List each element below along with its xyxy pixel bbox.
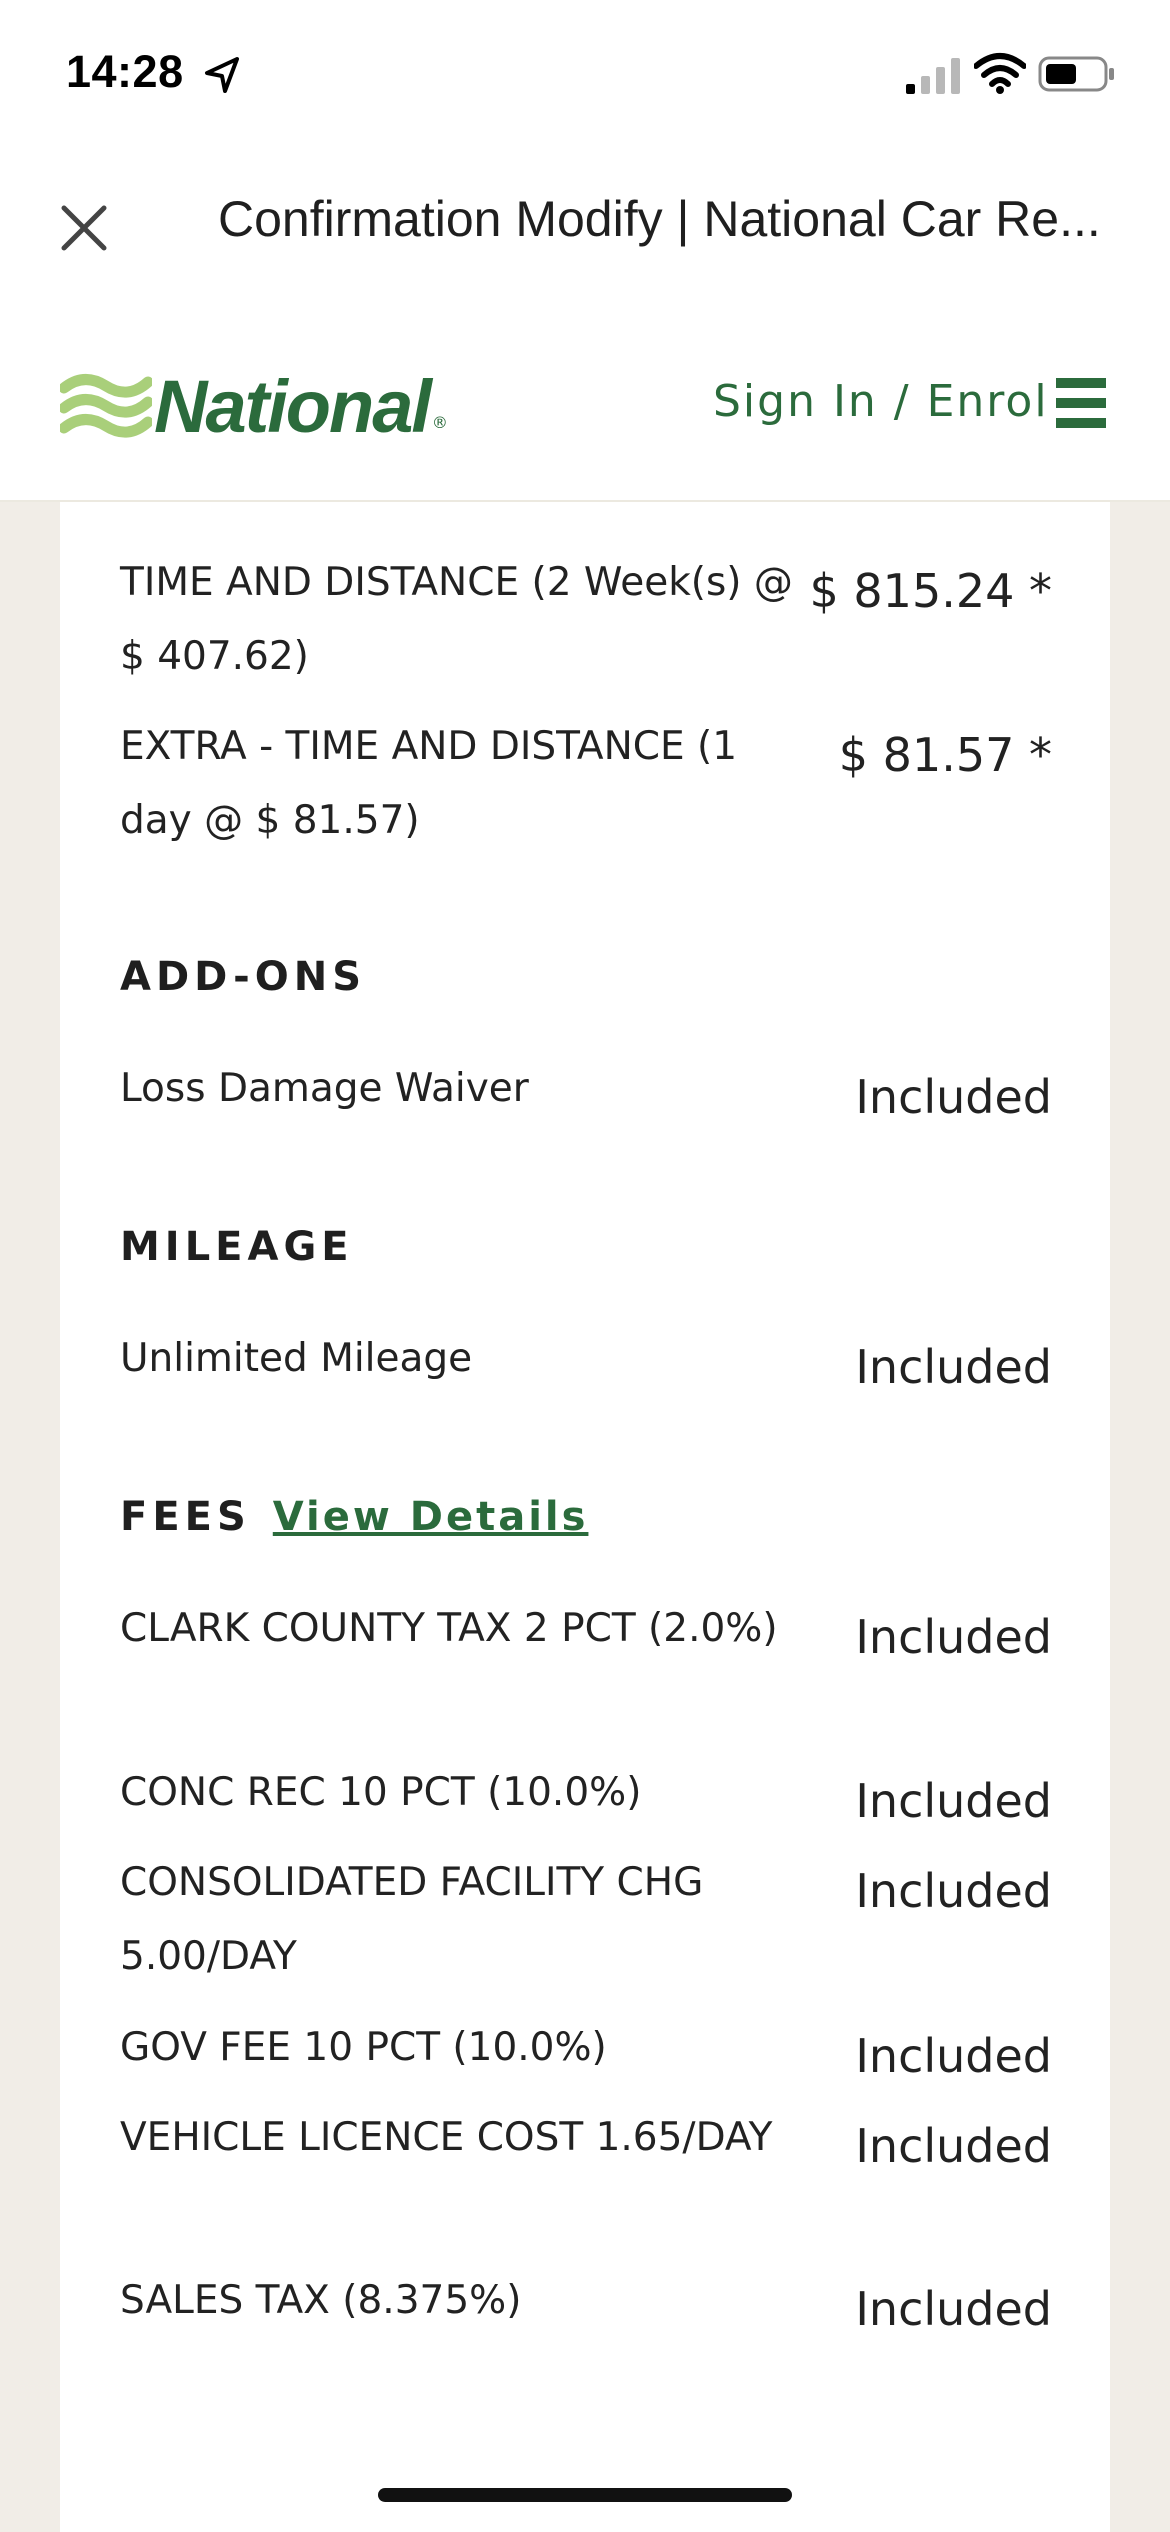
fees-title-wrap: FEES View Details — [120, 1494, 588, 1540]
fees-title: FEES — [120, 1494, 251, 1540]
location-arrow-icon — [205, 57, 239, 93]
fee-value: Included — [855, 2029, 1052, 2083]
addon-value: Included — [855, 1070, 1052, 1124]
rate-details-card: TIME AND DISTANCE (2 Week(s) @ $ 407.62)… — [60, 502, 1110, 2532]
fee-value: Included — [855, 2282, 1052, 2336]
status-time: 14:28 — [66, 46, 184, 97]
fee-label: SALES TAX (8.375%) — [120, 2278, 522, 2323]
fee-value: Included — [855, 1864, 1052, 1918]
charge-value: $ 815.24 * — [809, 564, 1052, 618]
cellular-signal-icon — [906, 58, 960, 94]
site-header: National ® Sign In / Enrol — [0, 298, 1170, 502]
wifi-icon — [974, 53, 1026, 94]
fee-label: CONSOLIDATED FACILITY CHG 5.00/DAY — [120, 1860, 704, 1979]
addons-title: ADD-ONS — [120, 954, 366, 1000]
mileage-value: Included — [855, 1340, 1052, 1394]
fee-value: Included — [855, 1610, 1052, 1664]
browser-bar: Confirmation Modify | National Car Re... — [0, 150, 1170, 298]
hamburger-menu-icon[interactable] — [1056, 378, 1110, 428]
close-icon[interactable] — [56, 200, 112, 256]
page-title: Confirmation Modify | National Car Re... — [218, 191, 1101, 247]
fee-label: GOV FEE 10 PCT (10.0%) — [120, 2025, 607, 2070]
logo-text: National — [154, 364, 432, 448]
mileage-label: Unlimited Mileage — [120, 1336, 473, 1381]
home-indicator[interactable] — [378, 2488, 792, 2502]
battery-icon — [1038, 56, 1114, 92]
logo-waves-icon — [60, 374, 152, 438]
status-bar: 14:28 — [0, 0, 1170, 150]
addon-label: Loss Damage Waiver — [120, 1066, 529, 1111]
view-details-link[interactable]: View Details — [273, 1494, 589, 1540]
charge-label: EXTRA - TIME AND DISTANCE (1 day @ $ 81.… — [120, 724, 738, 843]
charge-value: $ 81.57 * — [838, 728, 1052, 782]
sign-in-link[interactable]: Sign In / Enrol — [713, 376, 1049, 427]
charge-label: TIME AND DISTANCE (2 Week(s) @ $ 407.62) — [120, 560, 793, 679]
fee-label: CONC REC 10 PCT (10.0%) — [120, 1770, 642, 1815]
registered-mark: ® — [431, 413, 448, 432]
fee-value: Included — [855, 1774, 1052, 1828]
national-logo[interactable]: National ® — [60, 364, 448, 448]
fee-label: CLARK COUNTY TAX 2 PCT (2.0%) — [120, 1606, 778, 1651]
mileage-title: MILEAGE — [120, 1224, 354, 1270]
fee-label: VEHICLE LICENCE COST 1.65/DAY — [120, 2115, 773, 2160]
fee-value: Included — [855, 2119, 1052, 2173]
